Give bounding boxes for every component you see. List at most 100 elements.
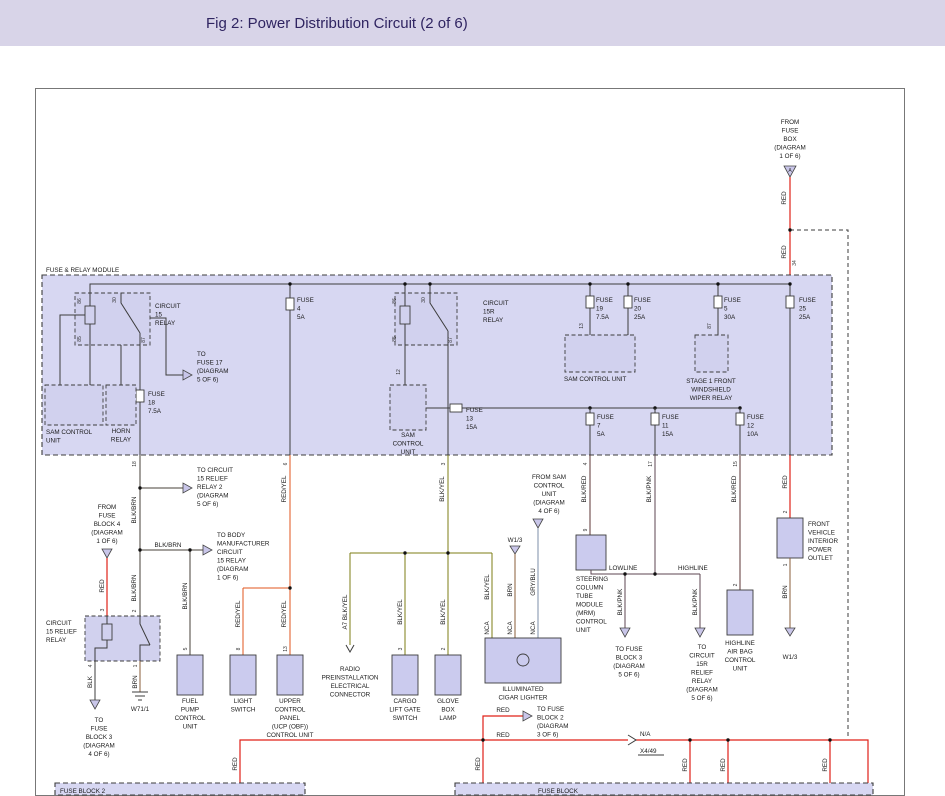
sam-control-unit-right: SAM CONTROL UNIT [564, 335, 635, 383]
wire-label-blk-pnk: BLK/PNK [692, 588, 699, 615]
fuel-pump-box [177, 655, 203, 695]
relay-pin-86: 86 [392, 298, 398, 304]
wire-label-blk-brn: BLK/BRN [155, 542, 182, 549]
relay-pin-87: 87 [141, 337, 147, 343]
wire-label-red: RED [99, 579, 106, 593]
wire-label-blk-yel: BLK/YEL [440, 599, 447, 625]
wire-label-blk-brn: BLK/BRN [131, 574, 138, 601]
light-switch-label: LIGHTSWITCH [231, 698, 256, 714]
wire-label-blk-brn: BLK/BRN [131, 496, 138, 523]
ground-w1-3-label: W1/3 [508, 537, 523, 544]
fuse-relay-module: FUSE & RELAY MODULE 86 85 30 87 CIRCUIT1… [42, 267, 832, 456]
fuse-25-icon [786, 296, 794, 308]
wire-label-blk-yel: BLK/YEL [397, 599, 404, 625]
cargo-lift-gate-label: CARGOLIFT GATESWITCH [389, 698, 420, 722]
wire-label-brn: BRN [132, 675, 139, 689]
wire-label-red: RED [682, 758, 689, 772]
pin-2: 2 [733, 583, 739, 586]
ground-w1-3-label: W1/3 [783, 654, 798, 661]
cigar-lighter-box [485, 638, 561, 683]
glove-box-lamp-box [435, 655, 461, 695]
airbag-box [727, 590, 753, 635]
connector-x4-49-label: X4/49 [640, 748, 657, 755]
pin-87: 87 [707, 323, 713, 329]
pin-1: 1 [133, 664, 139, 667]
fuse-12-icon [736, 413, 744, 425]
pin-4: 4 [583, 462, 589, 465]
relay-pin-30: 30 [112, 297, 118, 303]
pin-34: 34 [792, 260, 798, 266]
pin-2: 2 [132, 609, 138, 612]
ground-w71-1-label: W71/1 [131, 706, 150, 713]
pin-15: 15 [733, 461, 739, 467]
pin-9: 9 [583, 528, 589, 531]
fuse-relay-module-label: FUSE & RELAY MODULE [46, 267, 119, 274]
pin-5: 5 [183, 647, 189, 650]
to-circuit15r-relief-label: TOCIRCUIT15RRELIEFRELAY(DIAGRAM5 OF 6) [686, 644, 718, 702]
fuse-block-2-label: FUSE BLOCK 2 [60, 788, 106, 795]
cigar-lighter-label: ILLUMINATEDCIGAR LIGHTER [499, 686, 548, 702]
pin-13: 13 [579, 323, 585, 329]
fuse-20-icon [624, 296, 632, 308]
upper-control-panel-box [277, 655, 303, 695]
wire-label-red-yel: RED/YEL [281, 475, 288, 502]
pin-3: 3 [441, 462, 447, 465]
wire-label-blk-red: BLK/RED [581, 475, 588, 502]
wire-label-brn: BRN [507, 583, 514, 597]
wire-label-red: RED [475, 757, 482, 771]
wire-label-red: RED [496, 707, 510, 714]
sam-right-label: SAM CONTROL UNIT [564, 376, 627, 383]
pin-1: 1 [783, 563, 789, 566]
pin-12: 12 [396, 369, 402, 375]
pin-2: 2 [441, 647, 447, 650]
wiring-diagram: Fig 2: Power Distribution Circuit (2 of … [0, 0, 945, 796]
fuse-block-label: FUSE BLOCK [538, 788, 579, 795]
wire-label-red: RED [782, 475, 789, 489]
wire-label-gry-blu: GRY/BLU [530, 568, 537, 596]
wire-label-blk: BLK [87, 675, 94, 688]
wire-label-nca: NCA [530, 621, 537, 635]
pin-6: 6 [283, 462, 289, 465]
bottom-fuse-blocks: FUSE BLOCK 2 FUSE BLOCK [55, 783, 873, 795]
lowline-label: LOWLINE [609, 565, 637, 572]
relay-pin-85: 85 [392, 336, 398, 342]
relay-pin-30: 30 [421, 297, 427, 303]
wire-label-red-yel: RED/YEL [235, 600, 242, 627]
fuse-block-box [455, 783, 873, 795]
wire-label-red: RED [822, 758, 829, 772]
fuse-11-icon [651, 413, 659, 425]
junction-dot [788, 228, 791, 231]
pin-8: 8 [236, 647, 242, 650]
highline-label: HIGHLINE [678, 565, 708, 572]
wire-label-brn: BRN [782, 585, 789, 599]
pin-17: 17 [648, 461, 654, 467]
wire-label-nca: NCA [484, 621, 491, 635]
relay-pin-85: 85 [77, 336, 83, 342]
horn-relay-label: HORNRELAY [111, 428, 132, 444]
na-label: N/A [640, 731, 651, 738]
page-title: Fig 2: Power Distribution Circuit (2 of … [206, 15, 468, 32]
pin-18: 18 [132, 461, 138, 467]
wire-label-blk-red: BLK/RED [731, 475, 738, 502]
wire-label-blk-yel: BLK/YEL [439, 476, 446, 502]
wire-label-blk-pnk: BLK/PNK [617, 588, 624, 615]
pin-13: 13 [283, 646, 289, 652]
wire-label-blk-yel: BLK/YEL [484, 574, 491, 600]
wire-label-red: RED [720, 758, 727, 772]
light-switch-box [230, 655, 256, 695]
cargo-lift-gate-box [392, 655, 418, 695]
power-outlet-box [777, 518, 803, 558]
wire-label-red: RED [496, 732, 510, 739]
pin-4: 4 [88, 664, 94, 667]
relay-pin-87: 87 [448, 337, 454, 343]
fuse-19-icon [586, 296, 594, 308]
wire-label-red: RED [232, 757, 239, 771]
wire-label-red: RED [781, 191, 788, 205]
mrm-box [576, 535, 606, 570]
header: Fig 2: Power Distribution Circuit (2 of … [0, 0, 945, 46]
fuse-7-icon [586, 413, 594, 425]
wire-label-red-yel: RED/YEL [281, 600, 288, 627]
wire-label-red: RED [781, 245, 788, 259]
relay-pin-86: 86 [77, 298, 83, 304]
fuse-5-icon [714, 296, 722, 308]
